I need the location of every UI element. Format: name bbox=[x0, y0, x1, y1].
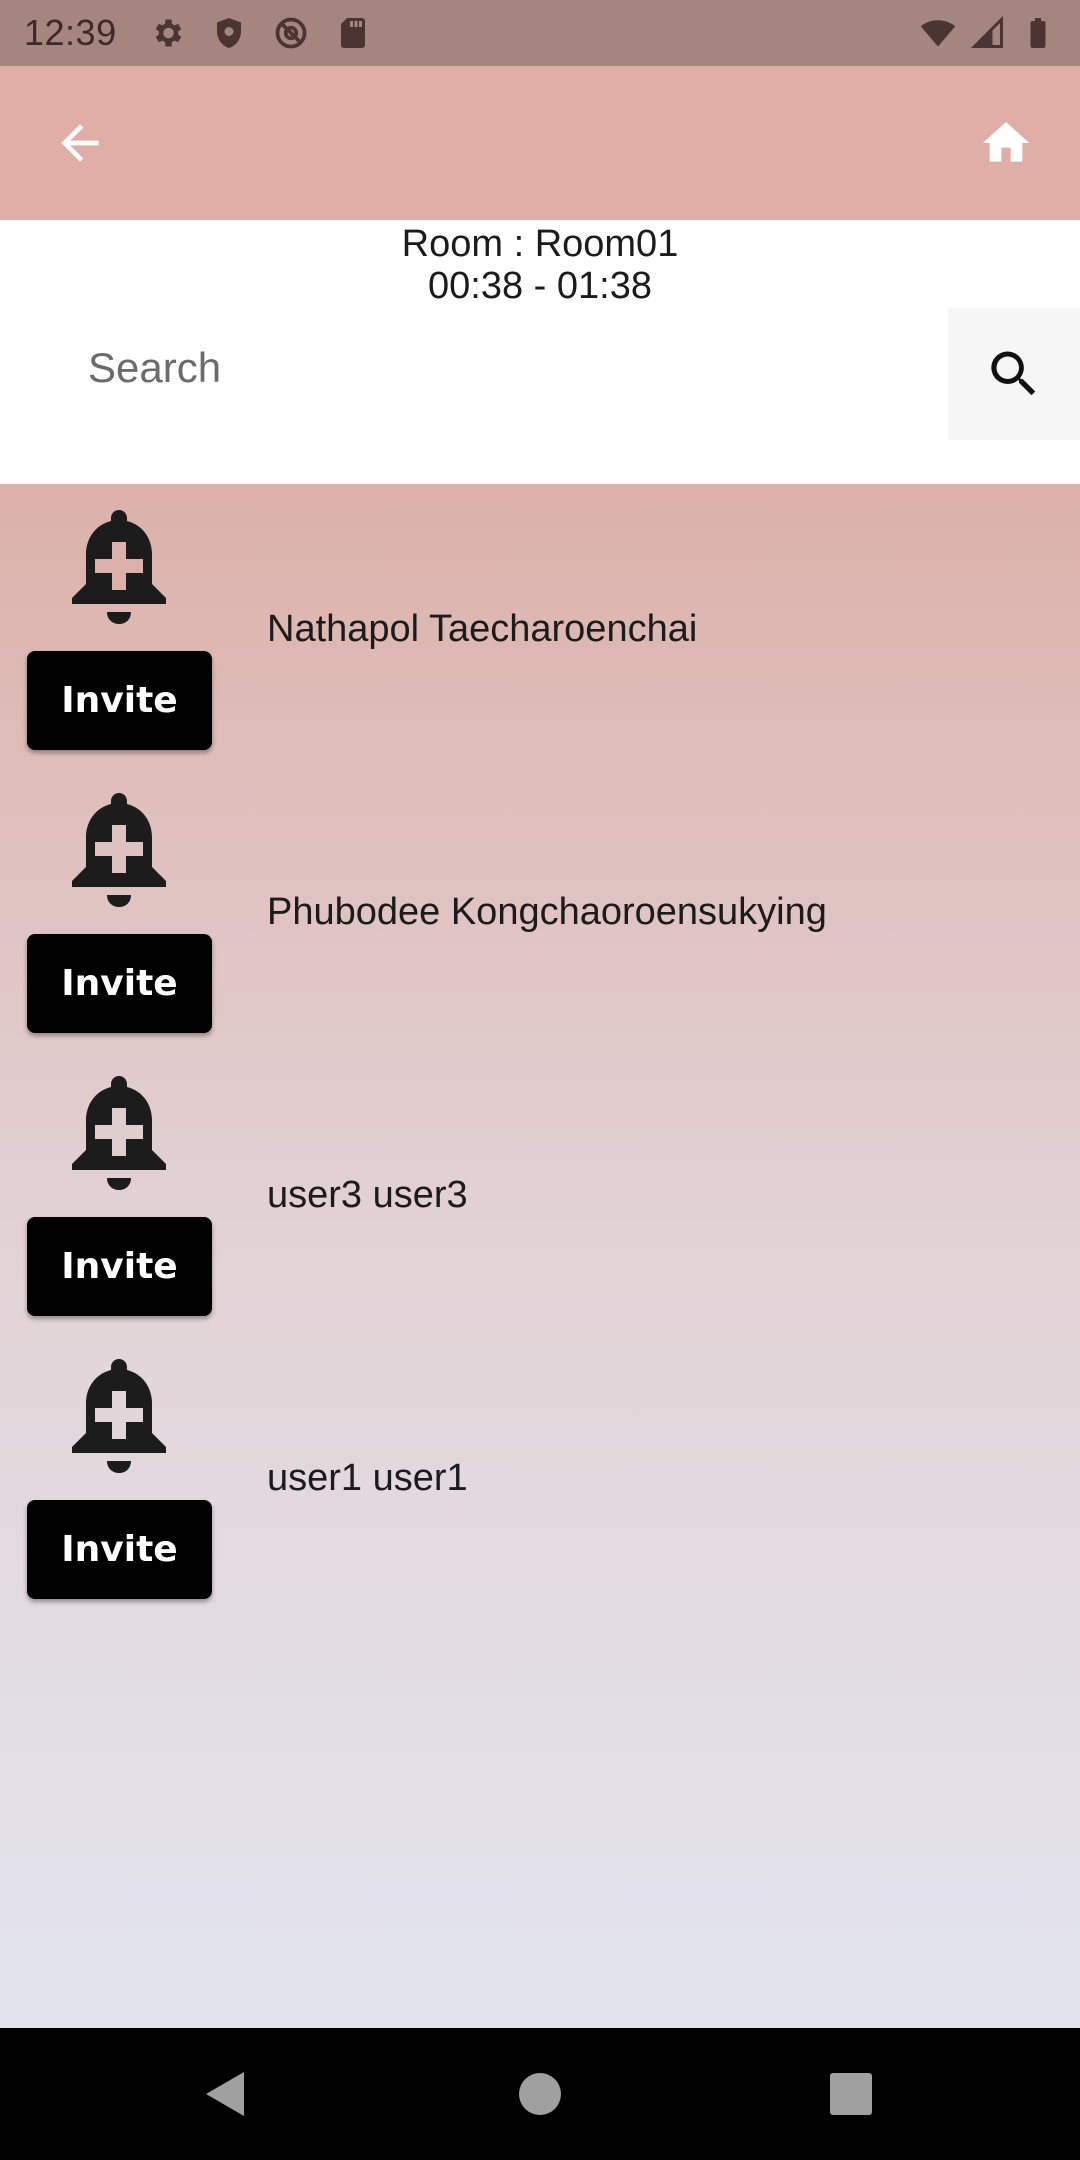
battery-icon bbox=[1030, 18, 1046, 48]
search-button[interactable] bbox=[948, 308, 1080, 440]
system-nav-bar bbox=[0, 2028, 1080, 2160]
arrow-back-icon bbox=[61, 124, 99, 162]
back-button[interactable] bbox=[48, 111, 112, 175]
settings-icon bbox=[155, 19, 181, 47]
search-input[interactable] bbox=[60, 312, 920, 424]
bell-plus-icon bbox=[72, 793, 166, 907]
nav-back-button[interactable] bbox=[190, 2058, 262, 2130]
list-item: Invite user1 user1 bbox=[0, 1333, 1080, 1616]
status-icons-left bbox=[149, 15, 371, 51]
home-circle-icon bbox=[519, 2073, 561, 2115]
invite-button[interactable]: Invite bbox=[27, 1500, 212, 1599]
status-time: 12:39 bbox=[24, 12, 117, 53]
signal-icon bbox=[970, 15, 1003, 48]
room-title: Room : Room01 bbox=[401, 223, 679, 265]
wifi-icon bbox=[920, 20, 956, 47]
invite-button[interactable]: Invite bbox=[27, 651, 212, 750]
sd-card-icon bbox=[340, 18, 365, 48]
user-name: Phubodee Kongchaoroensukying bbox=[267, 891, 827, 933]
nav-home-button[interactable] bbox=[504, 2058, 576, 2130]
room-time: 00:38 - 01:38 bbox=[428, 265, 652, 307]
list-item: Invite Nathapol Taecharoenchai bbox=[0, 484, 1080, 767]
search-icon bbox=[991, 351, 1036, 396]
user-name: user3 user3 bbox=[267, 1174, 468, 1216]
user-list: Invite Nathapol Taecharoenchai Invite Ph… bbox=[0, 484, 1080, 2028]
bell-plus-icon bbox=[72, 1076, 166, 1190]
at-sign-icon bbox=[275, 17, 306, 49]
invite-button[interactable]: Invite bbox=[27, 934, 212, 1033]
app-bar bbox=[0, 66, 1080, 220]
bell-plus-icon bbox=[72, 1359, 166, 1473]
user-name: Nathapol Taecharoenchai bbox=[267, 608, 698, 650]
nav-recents-button[interactable] bbox=[815, 2058, 887, 2130]
user-name: user1 user1 bbox=[267, 1457, 468, 1499]
shield-icon bbox=[216, 18, 241, 48]
home-icon bbox=[982, 122, 1030, 162]
back-triangle-icon bbox=[206, 2072, 244, 2116]
room-header: Room : Room01 00:38 - 01:38 bbox=[0, 220, 1080, 484]
status-bar: 12:39 bbox=[0, 0, 1080, 66]
list-item: Invite user3 user3 bbox=[0, 1050, 1080, 1333]
list-item: Invite Phubodee Kongchaoroensukying bbox=[0, 767, 1080, 1050]
bell-plus-icon bbox=[72, 510, 166, 624]
recents-square-icon bbox=[830, 2073, 872, 2115]
invite-button[interactable]: Invite bbox=[27, 1217, 212, 1316]
status-icons-right bbox=[920, 15, 1056, 51]
home-button[interactable] bbox=[974, 111, 1038, 175]
